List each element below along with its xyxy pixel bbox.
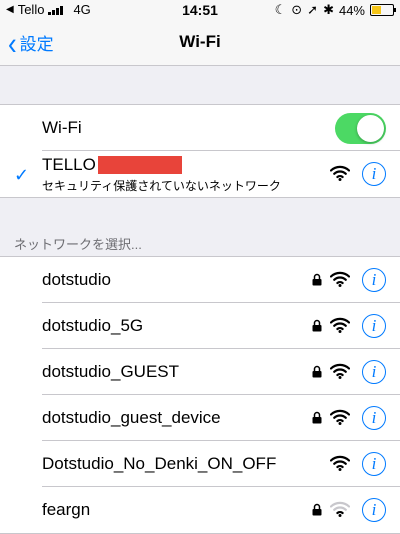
wifi-signal-icon xyxy=(330,363,350,379)
info-button[interactable]: i xyxy=(362,162,386,186)
battery-percent: 44% xyxy=(338,2,365,18)
connected-network-name: TELLO xyxy=(42,155,182,175)
lock-icon xyxy=(312,319,322,332)
status-bar: ◀ Tello 4G 14:51 ☾ ⊙ ➚ ✱ 44% xyxy=(0,0,400,20)
checkmark-icon: ✓ xyxy=(14,165,30,185)
network-row[interactable]: Dotstudio_No_Denki_ON_OFF i xyxy=(0,441,400,487)
lock-icon xyxy=(312,503,322,516)
info-button[interactable]: i xyxy=(362,498,386,522)
wifi-signal-icon xyxy=(330,317,350,333)
lock-icon xyxy=(312,365,322,378)
status-right: ☾ ⊙ ➚ ✱ 44% xyxy=(274,2,396,18)
info-button[interactable]: i xyxy=(362,360,386,384)
connected-network-label: TELLO xyxy=(42,155,96,174)
connected-network-subtitle: セキュリティ保護されていないネットワーク xyxy=(42,179,281,193)
wifi-signal-icon xyxy=(330,501,350,517)
lock-icon xyxy=(312,273,322,286)
info-button[interactable]: i xyxy=(362,268,386,292)
wifi-toggle-switch[interactable] xyxy=(335,113,386,144)
info-button[interactable]: i xyxy=(362,406,386,430)
redaction-block xyxy=(97,156,182,174)
section-header: ネットワークを選択... xyxy=(14,237,142,252)
battery-icon xyxy=(370,4,396,16)
network-row[interactable]: dotstudio_guest_device i xyxy=(0,395,400,441)
network-name: dotstudio_GUEST xyxy=(42,362,180,381)
connected-network-row[interactable]: ✓ TELLO セキュリティ保護されていないネットワーク i xyxy=(0,151,400,197)
network-name: dotstudio_guest_device xyxy=(42,408,221,427)
info-button[interactable]: i xyxy=(362,452,386,476)
wifi-group: Wi-Fi ✓ TELLO セキュリティ保護されていないネットワーク i xyxy=(0,104,400,198)
wifi-signal-icon xyxy=(330,271,350,287)
toggle-knob xyxy=(357,115,384,142)
bluetooth-icon: ✱ xyxy=(323,2,334,17)
network-row[interactable]: dotstudio_GUEST i xyxy=(0,349,400,395)
network-name: feargn xyxy=(42,500,91,519)
info-button[interactable]: i xyxy=(362,314,386,338)
wifi-toggle-row: Wi-Fi xyxy=(0,105,400,151)
wifi-signal-icon xyxy=(330,455,350,471)
orientation-lock-icon: ⊙ xyxy=(291,2,303,17)
network-row[interactable]: dotstudio i xyxy=(0,257,400,303)
wifi-toggle-label: Wi-Fi xyxy=(42,118,82,137)
network-row[interactable]: dotstudio_5G i xyxy=(0,303,400,349)
moon-icon: ☾ xyxy=(274,2,287,17)
lock-icon xyxy=(312,411,322,424)
network-name: dotstudio xyxy=(42,270,111,289)
location-icon: ➚ xyxy=(307,2,319,17)
wifi-signal-icon xyxy=(330,165,350,181)
navigation-bar: ‹ 設定 Wi-Fi xyxy=(0,20,400,66)
network-name: Dotstudio_No_Denki_ON_OFF xyxy=(42,454,277,473)
wifi-signal-icon xyxy=(330,409,350,425)
network-name: dotstudio_5G xyxy=(42,316,144,335)
page-title: Wi-Fi xyxy=(179,32,221,51)
network-row[interactable]: feargn i xyxy=(0,487,400,533)
network-list: dotstudio i dotstudio_5G i dotstudio_GUEST i d… xyxy=(0,256,400,534)
